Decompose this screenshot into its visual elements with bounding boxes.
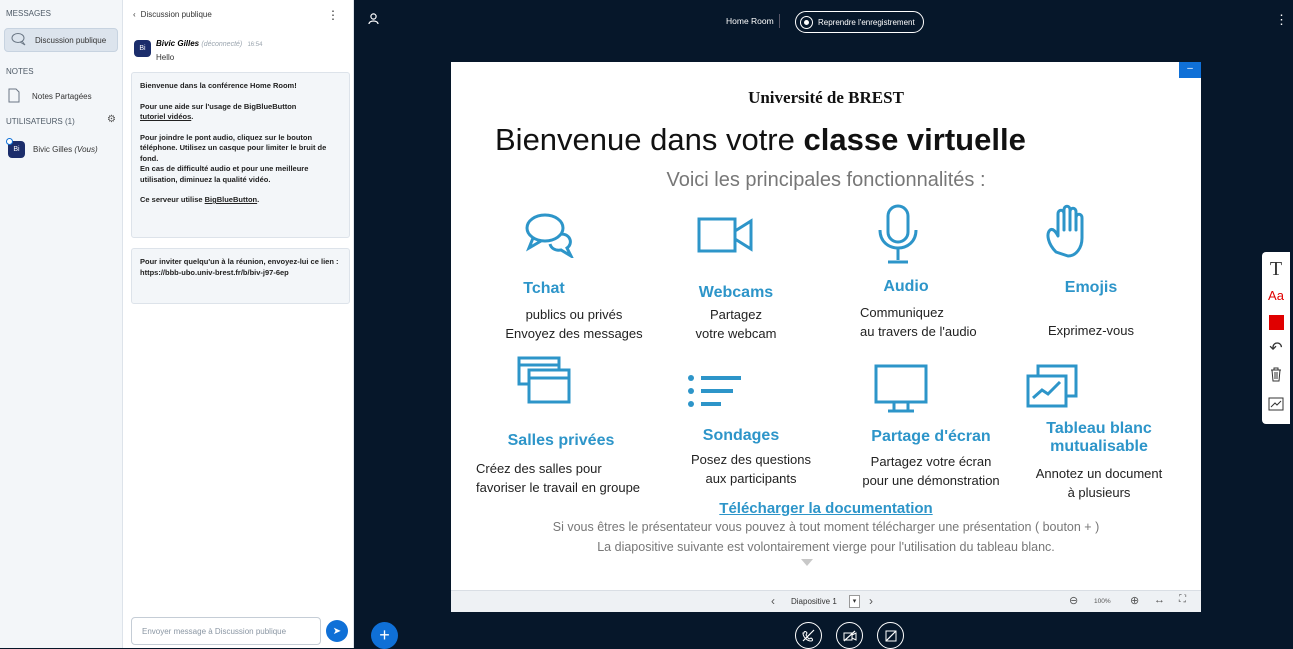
feature-text-emojis: Exprimez-vous [1048,323,1134,338]
whiteboard-toolbar: T Aa ↶ [1262,252,1290,424]
feature-title-tchat: Tchat [523,280,565,297]
slide-title: Bienvenue dans votre classe virtuelle [495,122,1026,157]
chevron-left-icon: ‹ [133,10,136,19]
presentation-slide: – Université de BREST Bienvenue dans vot… [451,62,1201,612]
bigbluebutton-link[interactable]: BigBlueButton [205,195,258,204]
fit-width-icon[interactable]: ↔ [1154,594,1165,606]
hand-icon [1046,204,1084,258]
public-chat-item[interactable]: Discussion publique [4,28,118,52]
slide-footer-line1: Si vous êtres le présentateur vous pouve… [552,520,1100,534]
send-button[interactable]: ➤ [326,620,348,642]
slide-subtitle: Voici les principales fonctionnalités : [666,169,986,191]
font-size-tool-icon[interactable]: Aa [1268,287,1284,305]
record-button[interactable]: Reprendre l'enregistrement [795,11,924,33]
feature-text-webcams: Partagez votre webcam [695,307,777,341]
poll-list-icon [688,375,741,407]
message-text: Hello [156,53,175,62]
fullscreen-icon[interactable]: ⛶ [1179,594,1186,605]
download-documentation-link[interactable]: Télécharger la documentation [451,500,1201,517]
feature-title-webcams: Webcams [698,284,774,301]
triangle-down-icon [801,559,813,566]
microphone-icon [878,204,918,264]
previous-slide-button[interactable]: ‹ [771,594,775,608]
top-bar: Home Room Reprendre l'enregistrement ⋮ [354,0,1293,40]
record-icon [800,15,813,29]
undo-icon[interactable]: ↶ [1269,340,1282,358]
webcam-off-icon [843,630,856,641]
messages-header: MESSAGES [6,9,51,18]
slide-controls-bar: ‹ Diapositive 1 ▾ › ⊖ 100% ⊕ ↔ ⛶ [451,590,1201,612]
phone-off-icon [802,629,815,642]
chat-icon [525,213,574,258]
send-icon: ➤ [332,625,342,637]
zoom-level: 100% [1094,598,1111,605]
chat-back-button[interactable]: ‹ Discussion publique [133,10,212,19]
shared-notes-item[interactable]: Notes Partagées [4,86,92,106]
video-camera-icon [697,217,753,253]
room-title: Home Room [726,16,774,26]
invite-message: Pour inviter quelqu'un à la réunion, env… [131,248,350,304]
document-icon [8,88,20,105]
feature-title-audio: Audio [883,278,929,295]
public-chat-label: Discussion publique [35,35,107,45]
tutorial-link[interactable]: tutoriel vidéos [140,112,191,121]
feature-text-partage: Partagez votre écran pour une démonstrati… [862,454,1000,488]
feature-title-partage: Partage d'écran [871,428,991,445]
feature-text-sondages: Posez des questions aux participants [691,452,811,486]
chat-bubble-icon [11,32,27,48]
chat-panel: ‹ Discussion publique ⋮ Bi Bivic Gilles … [123,0,354,648]
screen-share-off-icon [885,630,896,641]
leave-audio-button[interactable] [795,622,822,649]
actions-plus-button[interactable]: + [371,622,398,649]
message-header: Bivic Gilles (déconnecté) 16:54 [156,39,263,48]
notes-header: NOTES [6,67,34,76]
gear-icon[interactable]: ⚙ [107,114,116,125]
divider [779,14,780,28]
university-title: Université de BREST [748,88,904,107]
chat-title: Discussion publique [140,10,212,19]
whiteboard-icon [1026,364,1078,408]
users-header: UTILISATEURS (1) [6,117,75,126]
minimize-presentation-button[interactable]: – [1179,62,1201,78]
user-list-panel: MESSAGES Discussion publique NOTES Notes… [0,0,123,648]
feature-text-audio: Communiquez au travers de l'audio [860,305,977,339]
feature-text-tchat: publics ou privés Envoyez des messages [505,307,643,341]
slide-footer-line2: La diapositive suivante est volontaireme… [597,540,1055,554]
message-avatar: Bi [134,40,151,57]
share-screen-button[interactable] [877,622,904,649]
feature-title-tableau: Tableau blanc mutualisable [1046,420,1152,455]
user-item[interactable]: Bi Bivic Gilles (Vous) [4,138,98,158]
zoom-out-icon[interactable]: ⊖ [1069,594,1078,607]
color-picker-icon[interactable] [1268,315,1284,331]
zoom-in-icon[interactable]: ⊕ [1130,594,1139,607]
next-slide-button[interactable]: › [869,594,873,608]
main-area: Home Room Reprendre l'enregistrement ⋮ –… [354,0,1293,649]
trash-icon[interactable] [1270,367,1282,387]
multi-user-whiteboard-icon[interactable] [1268,397,1284,416]
share-webcam-button[interactable] [836,622,863,649]
slide-select[interactable]: Diapositive 1 [791,597,837,606]
text-tool-icon[interactable]: T [1270,259,1282,279]
slide-dropdown-icon[interactable]: ▾ [849,595,860,608]
feature-text-salles: Créez des salles pour favoriser le travai… [476,461,641,495]
feature-text-tableau: Annotez un document à plusieurs [1035,466,1163,500]
screen-share-icon [874,364,928,413]
feature-title-emojis: Emojis [1064,279,1118,296]
feature-title-sondages: Sondages [702,427,780,444]
breakout-rooms-icon [517,356,571,404]
welcome-message: Bienvenue dans la conférence Home Room! … [131,72,350,238]
user-list-toggle-icon[interactable] [368,13,379,28]
user-name: Bivic Gilles (Vous) [33,145,98,154]
shared-notes-label: Notes Partagées [32,91,92,101]
presenter-indicator-icon [6,138,13,145]
feature-title-salles: Salles privées [507,432,615,449]
options-menu-icon[interactable]: ⋮ [1275,12,1288,28]
chat-options-icon[interactable]: ⋮ [327,8,339,22]
avatar: Bi [6,138,25,158]
chat-input[interactable]: Envoyer message à Discussion publique [131,617,321,645]
